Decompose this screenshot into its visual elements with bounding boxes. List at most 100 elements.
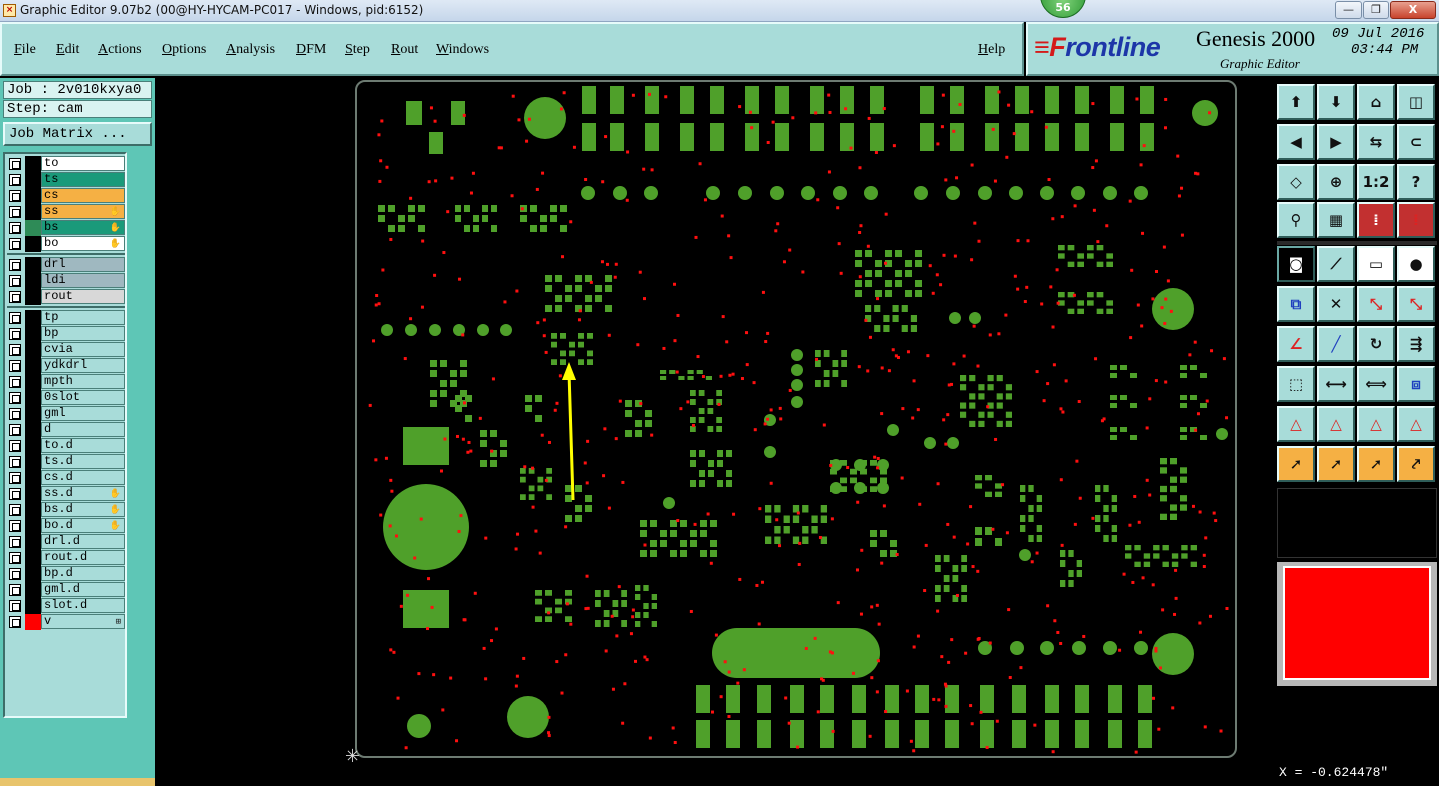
group-button[interactable]: ⧈ [1397,366,1435,402]
layer-row-rout[interactable]: rout [7,289,125,305]
layer-checkbox[interactable] [9,536,21,548]
layer-name[interactable]: bs.d ✋ [41,502,125,517]
layer-color-swatch[interactable] [25,614,41,630]
layer-color-swatch[interactable] [25,518,41,534]
mirror-button[interactable]: ⇆ [1357,124,1395,160]
select-circle-button[interactable]: ➚ [1357,446,1395,482]
layer-row-cs[interactable]: cs [7,188,125,204]
layer-row-to[interactable]: to [7,156,125,172]
layer-name[interactable]: bo ✋ [41,236,125,251]
layer-name[interactable]: to.d [41,438,125,453]
layer-row-ts[interactable]: ts [7,172,125,188]
layer-checkbox[interactable] [9,360,21,372]
menu-help[interactable]: Help [978,42,1005,58]
layer-checkbox[interactable] [9,174,21,186]
layer-row-gml[interactable]: gml [7,406,125,422]
layer-name[interactable]: ss.d ✋ [41,486,125,501]
grid-button[interactable]: ▦ [1317,202,1355,238]
surface-move-button[interactable]: △ [1357,406,1395,442]
layer-color-swatch[interactable] [25,582,41,598]
layer-checkbox[interactable] [9,584,21,596]
scale-1-2-button[interactable]: 1:2 [1357,164,1395,200]
traffic-light-button[interactable]: ⁞ [1357,202,1395,238]
layer-up-button[interactable]: ⬆ [1277,84,1315,120]
layer-checkbox[interactable] [9,504,21,516]
layer-checkbox[interactable] [9,158,21,170]
layer-color-swatch[interactable] [25,342,41,358]
line-edit-button[interactable]: ╱ [1317,326,1355,362]
layer-checkbox[interactable] [9,392,21,404]
split-button[interactable]: ⟷ [1317,366,1355,402]
layer-name[interactable]: ts [41,172,125,187]
angle-button[interactable]: ∠ [1277,326,1315,362]
layer-color-swatch[interactable] [25,390,41,406]
layer-checkbox[interactable] [9,344,21,356]
layer-down-button[interactable]: ⬇ [1317,84,1355,120]
layer-row-gml-d[interactable]: gml.d [7,582,125,598]
layer-color-swatch[interactable] [25,257,41,273]
measure-button[interactable]: ⚲ [1277,202,1315,238]
layer-name[interactable]: bp.d [41,566,125,581]
home-button[interactable]: ⌂ [1357,84,1395,120]
layer-row-ss[interactable]: ss ✋ [7,204,125,220]
menu-actions[interactable]: Actions [98,42,142,58]
layer-checkbox[interactable] [9,520,21,532]
layer-row-d[interactable]: d [7,422,125,438]
job-matrix-button[interactable]: Job Matrix ... [3,122,152,146]
zoom-fit-button[interactable]: ◇ [1277,164,1315,200]
layer-row-mpth[interactable]: mpth [7,374,125,390]
layer-name[interactable]: gml.d [41,582,125,597]
layer-row-0slot[interactable]: 0slot [7,390,125,406]
layer-name[interactable]: cs.d [41,470,125,485]
layer-row-ydkdrl[interactable]: ydkdrl [7,358,125,374]
layer-row-v[interactable]: v ⊞ [7,614,125,630]
layer-name[interactable]: mpth [41,374,125,389]
menu-windows[interactable]: Windows [436,42,489,58]
move-button[interactable]: ⬚ [1277,366,1315,402]
help-button[interactable]: ? [1397,164,1435,200]
layer-name[interactable]: bs ✋ [41,220,125,235]
layer-name[interactable]: cs [41,188,125,203]
layer-checkbox[interactable] [9,456,21,468]
layer-checkbox[interactable] [9,312,21,324]
layer-checkbox[interactable] [9,488,21,500]
surface-button[interactable]: △ [1277,406,1315,442]
layer-name[interactable]: rout [41,289,125,304]
pan-left-button[interactable]: ◀ [1277,124,1315,160]
layer-name[interactable]: gml [41,406,125,421]
pcb-board-outline[interactable] [355,80,1237,758]
connect-button[interactable]: ⤡ [1357,286,1395,322]
menu-dfm[interactable]: DFM [296,42,326,58]
layer-color-swatch[interactable] [25,236,41,252]
layer-name[interactable]: ydkdrl [41,358,125,373]
layer-color-swatch[interactable] [25,454,41,470]
close-button[interactable]: X [1390,1,1436,19]
net-button[interactable]: ⧉ [1277,286,1315,322]
ruler-button[interactable]: ▭ [1357,246,1395,282]
layer-name[interactable]: ss ✋ [41,204,125,219]
layer-color-swatch[interactable] [25,188,41,204]
menu-step[interactable]: Step [345,42,370,58]
arc-button[interactable]: ↻ [1357,326,1395,362]
layer-name[interactable]: d [41,422,125,437]
pad-button[interactable]: ◙ [1277,246,1315,282]
layer-checkbox[interactable] [9,472,21,484]
surface-edit-button[interactable]: △ [1317,406,1355,442]
zoom-center-button[interactable]: ⊕ [1317,164,1355,200]
layer-checkbox[interactable] [9,376,21,388]
layer-checkbox[interactable] [9,206,21,218]
notification-badge[interactable]: 56 [1040,0,1086,18]
layer-color-swatch[interactable] [25,326,41,342]
layer-row-bp[interactable]: bp [7,326,125,342]
menu-file[interactable]: File [14,42,36,58]
layer-color-swatch[interactable] [25,310,41,326]
cross-button[interactable]: ✕ [1317,286,1355,322]
layer-row-to-d[interactable]: to.d [7,438,125,454]
layer-color-swatch[interactable] [25,598,41,614]
layer-color-swatch[interactable] [25,220,41,236]
polarity-button[interactable]: ⇶ [1397,326,1435,362]
connect-red-button[interactable]: ⤡ [1397,286,1435,322]
minimize-button[interactable]: — [1335,1,1362,19]
layer-checkbox[interactable] [9,408,21,420]
dimension-button[interactable]: ⟺ [1357,366,1395,402]
